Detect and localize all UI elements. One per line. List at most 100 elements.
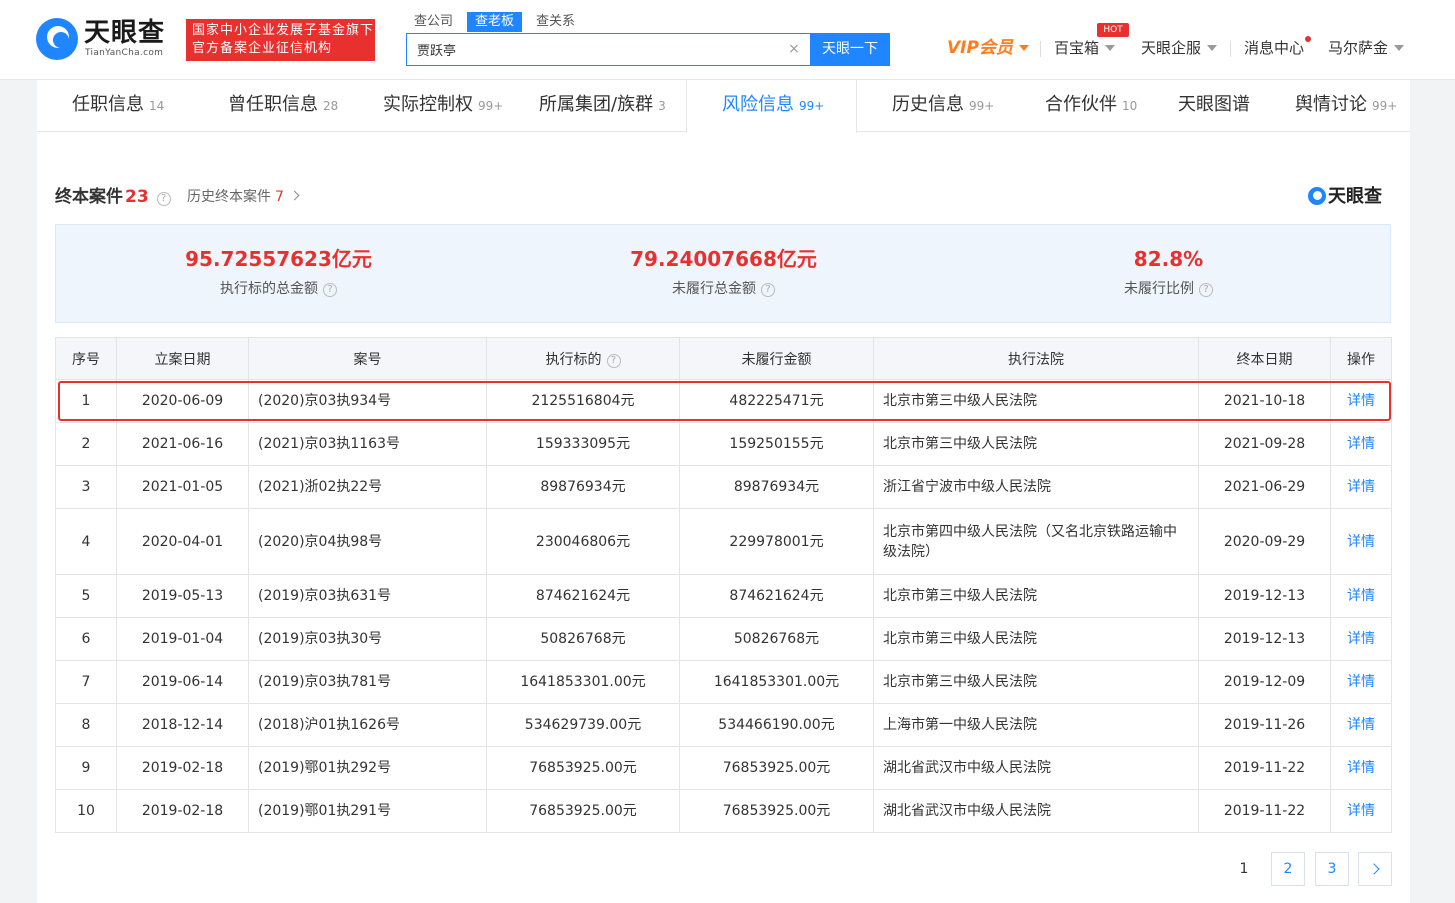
hot-badge: HOT (1097, 23, 1129, 37)
details-link[interactable]: 详情 (1347, 393, 1375, 409)
cell-unfulfilled-amount: 874621624元 (679, 574, 874, 618)
tab-risk[interactable]: 风险信息 99+ (722, 80, 824, 132)
nav-divider (1230, 41, 1231, 57)
message-center-link[interactable]: 消息中心 (1244, 36, 1304, 60)
table-row[interactable]: 8 2018-12-14 (2018)沪01执1626号 534629739.00元 5… (55, 703, 1392, 747)
tab-graph[interactable]: 天眼图谱 (1178, 80, 1250, 132)
table-row[interactable]: 5 2019-05-13 (2019)京03执631号 874621624元 87462… (55, 574, 1392, 618)
help-icon[interactable]: ? (606, 353, 621, 368)
cell-index: 1 (55, 379, 117, 423)
table-row[interactable]: 2 2021-06-16 (2021)京03执1163号 159333095元 1592… (55, 422, 1392, 466)
table-row[interactable]: 6 2019-01-04 (2019)京03执30号 50826768元 5082676… (55, 617, 1392, 661)
details-link[interactable]: 详情 (1347, 631, 1375, 647)
tab-history[interactable]: 历史信息 99+ (892, 80, 994, 132)
tianyancha-logo[interactable]: 天眼查 TianYanCha.com (36, 18, 176, 60)
cell-filing-date: 2018-12-14 (116, 703, 249, 747)
cell-action: 详情 (1330, 574, 1392, 618)
details-link[interactable]: 详情 (1347, 674, 1375, 690)
details-link[interactable]: 详情 (1347, 760, 1375, 776)
cell-action: 详情 (1330, 703, 1392, 747)
cell-termination-date: 2021-10-18 (1198, 379, 1331, 423)
search-input[interactable] (407, 34, 777, 65)
search-button[interactable]: 天眼一下 (810, 33, 890, 66)
brand-watermark: 天眼查 (1308, 186, 1382, 208)
table-row[interactable]: 10 2019-02-18 (2019)鄂01执291号 76853925.00元 76… (55, 789, 1392, 833)
table-row[interactable]: 4 2020-04-01 (2020)京04执98号 230046806元 229978… (55, 508, 1392, 575)
vip-menu[interactable]: VIP会员 (947, 36, 1029, 60)
toolbox-menu[interactable]: 百宝箱 (1054, 36, 1116, 60)
page-2[interactable]: 2 (1271, 852, 1305, 886)
cell-filing-date: 2019-02-18 (116, 746, 249, 790)
history-cases-link[interactable]: 历史终本案件 7 (187, 187, 300, 207)
search-box: × (406, 33, 811, 66)
cell-execution-amount: 534629739.00元 (486, 703, 680, 747)
cases-table: 序号 立案日期 案号 执行标的? 未履行金额 执行法院 终本日期 操作 1 202… (55, 337, 1392, 833)
search-tab-company[interactable]: 查公司 (406, 12, 461, 32)
cell-filing-date: 2021-01-05 (116, 465, 249, 509)
tab-group[interactable]: 所属集团/族群 3 (539, 80, 666, 132)
cell-filing-date: 2021-06-16 (116, 422, 249, 466)
cell-unfulfilled-amount: 89876934元 (679, 465, 874, 509)
next-page-icon[interactable] (1358, 852, 1392, 886)
cell-filing-date: 2019-06-14 (116, 660, 249, 704)
chevron-right-icon (289, 190, 300, 201)
details-link[interactable]: 详情 (1347, 436, 1375, 452)
cell-termination-date: 2019-11-26 (1198, 703, 1331, 747)
page-1[interactable]: 1 (1227, 852, 1261, 886)
stat-label: 未履行总金额? (501, 279, 946, 299)
table-row[interactable]: 1 2020-06-09 (2020)京03执934号 2125516804元 4822… (55, 379, 1392, 423)
cell-unfulfilled-amount: 482225471元 (679, 379, 874, 423)
stat-label: 执行标的总金额? (56, 279, 501, 299)
cell-action: 详情 (1330, 508, 1392, 575)
logo-eye-icon (1308, 187, 1326, 205)
tab-former-employment[interactable]: 曾任职信息 28 (228, 80, 338, 132)
table-row[interactable]: 3 2021-01-05 (2021)浙02执22号 89876934元 8987693… (55, 465, 1392, 509)
stat-label: 未履行比例? (946, 279, 1391, 299)
details-link[interactable]: 详情 (1347, 803, 1375, 819)
tab-count: 99+ (969, 99, 995, 113)
logo-eye-icon (36, 18, 78, 60)
table-row[interactable]: 7 2019-06-14 (2019)京03执781号 1641853301.00元 1… (55, 660, 1392, 704)
search-tab-relation[interactable]: 查关系 (528, 12, 583, 32)
stat-label-text: 未履行比例 (1124, 281, 1194, 297)
cell-termination-date: 2020-09-29 (1198, 508, 1331, 575)
cell-court: 北京市第三中级人民法院 (873, 422, 1199, 466)
table-row[interactable]: 9 2019-02-18 (2019)鄂01执292号 76853925.00元 768… (55, 746, 1392, 790)
tab-count: 3 (658, 99, 666, 113)
tab-actual-control[interactable]: 实际控制权 99+ (383, 80, 503, 132)
help-icon[interactable]: ? (761, 283, 775, 297)
help-icon[interactable]: ? (1199, 283, 1213, 297)
cell-filing-date: 2019-01-04 (116, 617, 249, 661)
page-3[interactable]: 3 (1315, 852, 1349, 886)
search-tab-boss[interactable]: 查老板 (467, 12, 523, 32)
enterprise-service-menu[interactable]: 天眼企服 (1141, 36, 1218, 60)
details-link[interactable]: 详情 (1347, 588, 1375, 604)
tab-public-opinion[interactable]: 舆情讨论 99+ (1295, 80, 1397, 132)
gov-badge-line-2: 官方备案企业征信机构 (192, 41, 333, 56)
chevron-down-icon (1105, 45, 1116, 51)
unread-dot-icon (1305, 36, 1311, 42)
tab-partners[interactable]: 合作伙伴 10 (1045, 80, 1137, 132)
details-link[interactable]: 详情 (1347, 717, 1375, 733)
stat-total-amount: 95.72557623亿元 执行标的总金额? (56, 225, 501, 324)
tab-employment[interactable]: 任职信息 14 (72, 80, 164, 132)
logo-domain: TianYanCha.com (85, 48, 164, 58)
cell-unfulfilled-amount: 229978001元 (679, 508, 874, 575)
clear-icon[interactable]: × (786, 41, 802, 57)
nav-divider (1040, 41, 1041, 57)
details-link[interactable]: 详情 (1347, 534, 1375, 550)
user-menu[interactable]: 马尔萨金 (1328, 36, 1405, 60)
cell-termination-date: 2019-11-22 (1198, 789, 1331, 833)
cell-execution-amount: 76853925.00元 (486, 746, 680, 790)
help-icon[interactable]: ? (156, 192, 171, 206)
section-count: 23 (125, 187, 149, 207)
section-title: 终本案件 23? (55, 185, 171, 209)
cell-index: 9 (55, 746, 117, 790)
details-link[interactable]: 详情 (1347, 479, 1375, 495)
cell-unfulfilled-amount: 159250155元 (679, 422, 874, 466)
cell-execution-amount: 1641853301.00元 (486, 660, 680, 704)
stats-panel: 95.72557623亿元 执行标的总金额? 79.24007668亿元 未履行… (55, 224, 1391, 323)
col-header-case-number: 案号 (248, 337, 487, 380)
help-icon[interactable]: ? (323, 283, 337, 297)
cell-action: 详情 (1330, 789, 1392, 833)
